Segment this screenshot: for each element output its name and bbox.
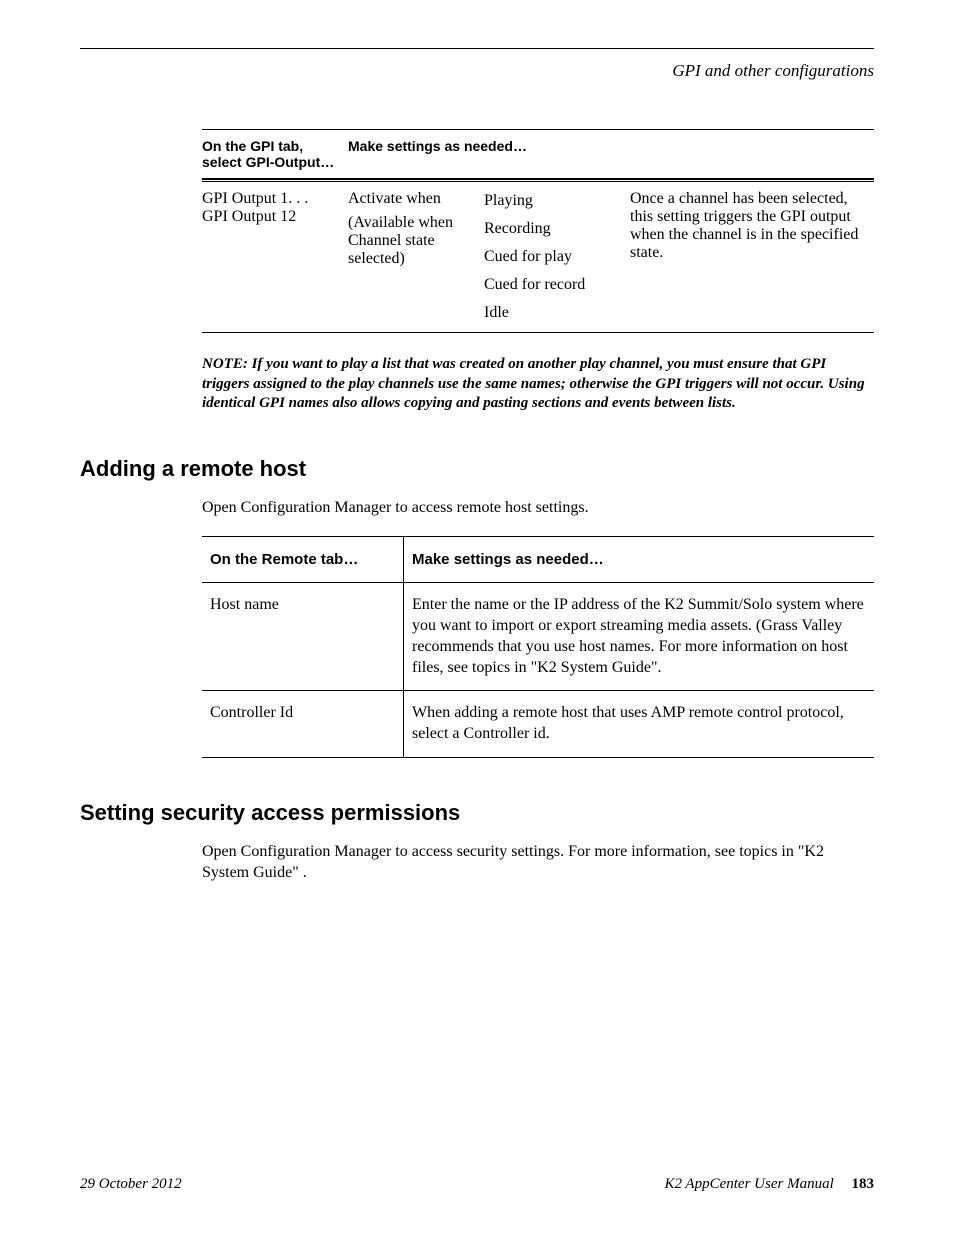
footer-manual-title: K2 AppCenter User Manual — [664, 1176, 833, 1192]
state-idle: Idle — [484, 302, 624, 330]
table-row: Host name Enter the name or the IP addre… — [202, 583, 874, 691]
t1-col2a: Activate when (Available when Channel st… — [348, 181, 484, 333]
t1-col3: Once a channel has been selected, this s… — [630, 181, 874, 333]
note-text: If you want to play a list that was crea… — [202, 356, 865, 411]
row-label-controllerid: Controller Id — [202, 691, 404, 758]
row-label-hostname: Host name — [202, 583, 404, 691]
row-desc-hostname: Enter the name or the IP address of the … — [404, 583, 875, 691]
gpi-output-table: On the GPI tab, select GPI-Output… Make … — [202, 129, 874, 333]
t2-head-col2: Make settings as needed… — [404, 537, 875, 583]
t1-head-col1-l2: select GPI-Output… — [202, 154, 334, 170]
table-row: Controller Id When adding a remote host … — [202, 691, 874, 758]
heading-remote-host: Adding a remote host — [80, 456, 874, 482]
t1-head-col1: On the GPI tab, select GPI-Output… — [202, 130, 348, 179]
t2-head-col1: On the Remote tab… — [202, 537, 404, 583]
t1-col1-l2: GPI Output 12 — [202, 208, 296, 225]
t1-states: Playing Recording Cued for play Cued for… — [484, 181, 630, 333]
header-rule — [80, 48, 874, 49]
state-cued-play: Cued for play — [484, 246, 624, 274]
footer-date: 29 October 2012 — [80, 1176, 182, 1193]
footer-page-number: 183 — [852, 1176, 875, 1192]
gpi-table-block: On the GPI tab, select GPI-Output… Make … — [202, 129, 874, 414]
security-body: Open Configuration Manager to access sec… — [202, 842, 874, 884]
remote-table-block: On the Remote tab… Make settings as need… — [202, 536, 874, 758]
page-footer: 29 October 2012 K2 AppCenter User Manual… — [80, 1176, 874, 1193]
row-desc-controllerid: When adding a remote host that uses AMP … — [404, 691, 875, 758]
t1-col2a-l2: (Available when Channel state selected) — [348, 214, 478, 268]
remote-intro: Open Configuration Manager to access rem… — [202, 498, 874, 519]
t1-col1-l1: GPI Output 1. . . — [202, 190, 308, 207]
remote-host-table: On the Remote tab… Make settings as need… — [202, 536, 874, 758]
state-recording: Recording — [484, 218, 624, 246]
heading-security: Setting security access permissions — [80, 800, 874, 826]
t1-head-col2: Make settings as needed… — [348, 130, 874, 179]
note-block: NOTE: If you want to play a list that wa… — [202, 355, 874, 414]
state-cued-record: Cued for record — [484, 274, 624, 302]
note-label: NOTE: — [202, 356, 248, 372]
t1-head-col1-l1: On the GPI tab, — [202, 138, 303, 154]
footer-manual: K2 AppCenter User Manual 183 — [664, 1176, 874, 1193]
state-playing: Playing — [484, 190, 624, 218]
t1-col2a-l1: Activate when — [348, 190, 478, 208]
running-header: GPI and other configurations — [80, 61, 874, 81]
page: GPI and other configurations On the GPI … — [0, 0, 954, 1235]
t1-col1: GPI Output 1. . . GPI Output 12 — [202, 181, 348, 333]
